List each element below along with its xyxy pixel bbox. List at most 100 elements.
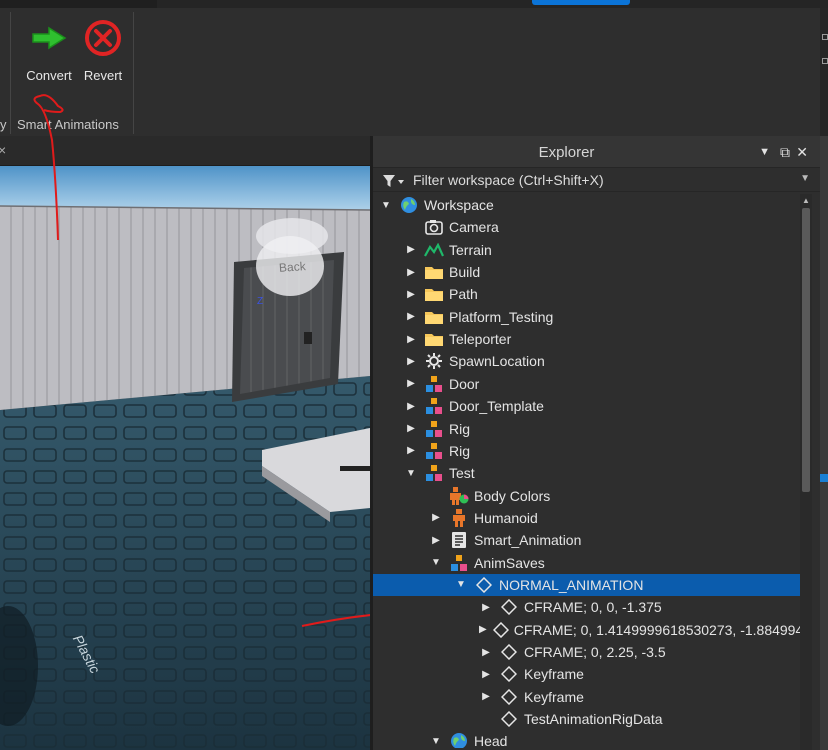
tree-item[interactable]: ▶ Path [373,283,803,305]
viewport-tab-strip: × [0,136,370,166]
chevron-right-icon[interactable]: ▶ [404,378,418,389]
chevron-right-icon[interactable]: ▶ [479,624,487,635]
chevron-down-icon[interactable]: ▼ [429,736,443,747]
chevron-right-icon[interactable]: ▶ [404,311,418,322]
viewport-scene [0,166,370,750]
model-icon [424,419,444,439]
chevron-right-icon[interactable]: ▶ [479,602,493,613]
axis-label: Z [257,296,264,307]
tree-item[interactable]: ▶ CFRAME; 0, 0, -1.375 [373,596,803,618]
ribbon-tab-bg [0,0,157,8]
close-icon[interactable]: ✕ [796,144,808,161]
filter-icon[interactable] [383,174,405,192]
tree-item-label: AnimSaves [474,554,545,571]
tree-item-label: Door [449,375,480,392]
revert-button[interactable]: Revert [73,18,133,90]
diamond-icon [499,687,519,707]
tree-item-label: CFRAME; 0, 1.4149999618530273, -1.884994… [513,621,812,638]
tree-item[interactable]: ▼ NORMAL_ANIMATION [373,573,803,596]
tree-item-label: Terrain [449,241,492,258]
tree-item-label: Teleporter [449,331,512,348]
tree-item[interactable]: ▶ Keyframe [373,663,803,685]
model-icon [424,463,444,483]
folder-icon [424,307,444,327]
convert-button[interactable]: Convert [19,18,79,90]
filter-bar[interactable]: Filter workspace (Ctrl+Shift+X) ▼ [373,168,820,192]
tree-item[interactable]: ▶ Rig [373,440,803,462]
chevron-right-icon[interactable]: ▶ [404,289,418,300]
chevron-down-icon[interactable]: ▼ [759,146,770,158]
tree-item[interactable]: ▶ Keyframe [373,686,803,708]
close-icon[interactable]: × [0,142,6,158]
model-icon [424,374,444,394]
chevron-right-icon[interactable]: ▶ [404,334,418,345]
tree-item[interactable]: ▶ Humanoid [373,507,803,529]
folder-icon [424,329,444,349]
gear-icon [424,351,444,371]
tree-item[interactable]: ▶ CFRAME; 0, 2.25, -3.5 [373,641,803,663]
chevron-right-icon[interactable]: ▶ [404,267,418,278]
window-restore-icon[interactable] [822,58,828,64]
diamond-icon [499,597,519,617]
tree-item[interactable]: ▶ SpawnLocation [373,350,803,372]
3d-viewport[interactable]: Back Z Plastic × [0,136,370,750]
camera-icon [424,217,444,237]
chevron-right-icon[interactable]: ▶ [429,512,443,523]
diamond-icon [499,664,519,684]
chevron-right-icon[interactable]: ▶ [404,244,418,255]
chevron-down-icon[interactable]: ▼ [454,579,468,590]
chevron-down-icon[interactable]: ▼ [429,557,443,568]
tree-item[interactable]: Camera [373,216,803,238]
tree-item[interactable]: ▶ Smart_Animation [373,529,803,551]
chevron-right-icon[interactable]: ▶ [429,535,443,546]
chevron-right-icon[interactable]: ▶ [479,647,493,658]
tree-item[interactable]: ▶ CFRAME; 0, 1.4149999618530273, -1.88499… [373,619,811,641]
tree-item[interactable]: Body Colors [373,485,803,507]
edge-indicator [820,474,828,482]
explorer-scrollbar[interactable]: ▲ [800,194,812,750]
tree-item-label: Rig [449,420,471,437]
tree-item-label: Head [474,733,508,748]
tree-item-label: SpawnLocation [449,353,545,370]
tree-item[interactable]: ▶ Teleporter [373,328,803,350]
tree-item-label: CFRAME; 0, 0, -1.375 [524,599,662,616]
tree-item[interactable]: ▶ Rig [373,418,803,440]
chevron-right-icon[interactable]: ▶ [404,401,418,412]
tree-item[interactable]: ▼ Test [373,462,803,484]
chevron-right-icon[interactable]: ▶ [479,669,493,680]
filter-input[interactable]: Filter workspace (Ctrl+Shift+X) [413,172,604,188]
tree-item-label: Humanoid [474,509,538,526]
window-restore-icon[interactable] [822,34,828,40]
prev-group-label: y [0,117,7,132]
tree-item[interactable]: ▶ Terrain [373,239,803,261]
tree-item[interactable]: ▶ Door_Template [373,395,803,417]
explorer-title: Explorer [538,144,595,161]
tree-item[interactable]: ▼ Head [373,730,803,748]
undock-icon[interactable]: ⧉ [780,144,790,161]
tree-item[interactable]: ▶ Door [373,373,803,395]
tree-item[interactable]: ▶ Platform_Testing [373,306,803,328]
scroll-up-icon[interactable]: ▲ [802,196,810,205]
explorer-tree: ▼ Workspace Camera ▶ Terrain ▶ Build ▶ Path ▶ Plat… [373,192,820,748]
tree-item[interactable]: ▶ Build [373,261,803,283]
chevron-down-icon[interactable]: ▼ [379,200,393,211]
scrollbar-thumb[interactable] [802,208,810,492]
active-tab-indicator[interactable] [532,0,630,5]
ribbon-divider [133,12,134,134]
tree-item[interactable]: TestAnimationRigData [373,708,803,730]
tree-item[interactable]: ▼ AnimSaves [373,552,803,574]
tree-item[interactable]: ▼ Workspace [373,194,803,216]
chevron-right-icon[interactable]: ▶ [404,356,418,367]
chevron-right-icon[interactable]: ▶ [479,691,493,702]
chevron-down-icon[interactable]: ▼ [800,173,810,184]
chevron-right-icon[interactable]: ▶ [404,423,418,434]
script-icon [449,530,469,550]
tree-item-label: TestAnimationRigData [524,711,663,728]
chevron-down-icon[interactable]: ▼ [404,468,418,479]
model-icon [424,441,444,461]
diamond-icon [499,709,519,729]
chevron-right-icon[interactable]: ▶ [404,445,418,456]
tree-item-label: Door_Template [449,398,544,415]
explorer-title-bar: Explorer ▼ ⧉ ✕ [373,136,820,168]
door-label: Back [278,259,307,275]
